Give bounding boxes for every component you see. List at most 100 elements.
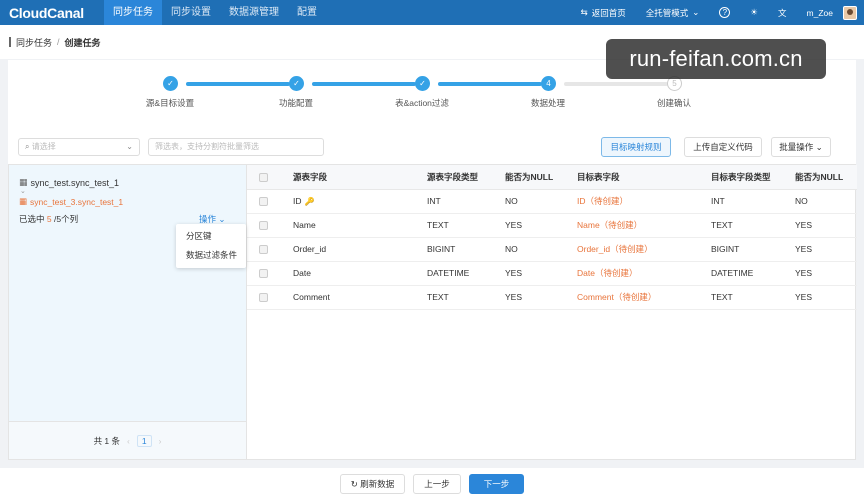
nav-item-datasource[interactable]: 数据源管理	[220, 0, 288, 25]
breadcrumb-create-task: 创建任务	[64, 37, 101, 48]
target-type: DATETIME	[711, 261, 795, 286]
upload-code-button[interactable]: 上传自定义代码	[684, 137, 762, 157]
refresh-data-button[interactable]: ↻ 刷新数据	[339, 474, 406, 494]
row-checkbox-cell	[247, 213, 293, 238]
refresh-icon: ↻	[350, 479, 358, 489]
menu-item-partition-key[interactable]: 分区键	[176, 227, 246, 246]
username: m_Zoe	[806, 7, 833, 18]
chevron-down-icon: ⌄	[815, 142, 823, 152]
step-line-3	[438, 82, 542, 86]
database-select[interactable]: ⌕ 请选择 ⌄	[18, 138, 140, 156]
key-icon: 🔑	[304, 197, 315, 206]
language-button[interactable]: 文	[778, 7, 787, 19]
breadcrumb-sync-tasks[interactable]: 同步任务	[16, 36, 52, 49]
chevron-down-icon: ⌄	[218, 214, 226, 224]
source-field-cell: ID 🔑	[293, 189, 427, 214]
source-field: Date	[293, 261, 427, 286]
target-field[interactable]: Comment（待创建）	[577, 285, 711, 310]
target-null: YES	[795, 261, 857, 286]
breadcrumb-separator: /	[57, 37, 60, 47]
batch-operation-button[interactable]: 批量操作 ⌄	[771, 137, 831, 157]
batch-operation-label: 批量操作	[779, 142, 814, 152]
table-filter-input[interactable]: 筛选表，支持分割符批量筛选	[148, 138, 324, 156]
mode-label: 全托管模式	[645, 7, 689, 18]
table-row: Date DATETIME YES Date（待创建） DATETIME YES	[247, 261, 857, 286]
chevron-down-icon: ⌄	[692, 7, 700, 17]
row-checkbox[interactable]	[259, 293, 268, 303]
next-step-button[interactable]: 下一步	[468, 474, 525, 494]
top-nav: CloudCanal 同步任务 同步设置 数据源管理 配置 ⇆ 返回首页 全托管…	[0, 0, 864, 25]
step-line-2	[312, 82, 416, 86]
row-checkbox-cell	[247, 237, 293, 262]
help-icon: ?	[719, 7, 731, 18]
step-4-label: 数据处理	[530, 98, 565, 108]
sun-icon: ☀	[750, 7, 759, 17]
source-table-name: sync_test.sync_test_1	[30, 177, 120, 188]
mode-dropdown[interactable]: 全托管模式 ⌄	[646, 7, 700, 19]
source-field: ID	[293, 196, 302, 206]
step-2-dot: ✓	[289, 76, 304, 91]
table-row: Comment TEXT YES Comment（待创建） TEXT YES	[247, 285, 857, 310]
user-menu[interactable]: m_Zoe	[807, 8, 833, 18]
prev-step-button[interactable]: 上一步	[413, 474, 461, 494]
table-header-row: 源表字段 源表字段类型 能否为NULL 目标表字段 目标表字段类型 能否为NUL…	[247, 165, 857, 190]
list-item[interactable]: ▦ sync_test.sync_test_1 ⌄ ▦ sync_test_3.…	[9, 165, 246, 421]
target-null: YES	[795, 285, 857, 310]
nav-item-sync-settings[interactable]: 同步设置	[162, 0, 220, 25]
help-button[interactable]: ?	[719, 7, 731, 18]
app-logo[interactable]: CloudCanal	[0, 5, 104, 21]
step-5-label: 创建确认	[656, 98, 691, 108]
table-list: ▦ sync_test.sync_test_1 ⌄ ▦ sync_test_3.…	[8, 164, 246, 460]
step-line-4	[564, 82, 668, 86]
source-null: NO	[505, 237, 577, 262]
target-field[interactable]: Date（待创建）	[577, 261, 711, 286]
target-field[interactable]: Name（待创建）	[577, 213, 711, 238]
menu-item-data-filter[interactable]: 数据过滤条件	[176, 246, 246, 265]
theme-button[interactable]: ☀	[750, 7, 758, 18]
next-page-icon[interactable]: ›	[159, 436, 162, 446]
back-home-label: 返回首页	[591, 7, 626, 18]
row-checkbox[interactable]	[259, 245, 268, 255]
table-icon: ▦	[19, 196, 28, 206]
select-all-checkbox[interactable]	[259, 172, 268, 182]
target-null: YES	[795, 237, 857, 262]
row-checkbox-cell	[247, 189, 293, 214]
step-3-dot: ✓	[415, 76, 430, 91]
col-source-type: 源表字段类型	[427, 165, 505, 190]
target-mapping-button[interactable]: 目标映射规则	[601, 137, 671, 157]
select-placeholder: 请选择	[31, 142, 56, 151]
col-target-field: 目标表字段	[577, 165, 711, 190]
source-table: ▦ sync_test.sync_test_1	[19, 177, 119, 188]
translate-icon: 文	[778, 7, 787, 18]
back-home-link[interactable]: ⇆ 返回首页	[581, 7, 626, 19]
source-field: Name	[293, 213, 427, 238]
table-row: ID 🔑 INT NO ID（待创建） INT NO	[247, 189, 857, 214]
nav-item-sync-tasks[interactable]: 同步任务	[104, 0, 162, 25]
target-type: INT	[711, 189, 795, 214]
selected-count: 5	[46, 214, 52, 224]
row-checkbox-cell	[247, 285, 293, 310]
target-type: TEXT	[711, 285, 795, 310]
avatar[interactable]	[843, 5, 857, 20]
toolbar: ⌕ 请选择 ⌄ 筛选表，支持分割符批量筛选 目标映射规则 上传自定义代码 批量操…	[8, 134, 856, 164]
nav-item-config[interactable]: 配置	[288, 0, 326, 25]
prev-page-icon[interactable]: ‹	[127, 436, 130, 446]
operation-menu: 分区键 数据过滤条件	[176, 224, 246, 268]
target-table-name: sync_test_3.sync_test_1	[30, 196, 124, 207]
target-field[interactable]: ID（待创建）	[577, 189, 711, 214]
source-field: Comment	[293, 285, 427, 310]
target-table: ▦ sync_test_3.sync_test_1	[19, 196, 123, 207]
source-field: Order_id	[293, 237, 427, 262]
table-row: Name TEXT YES Name（待创建） TEXT YES	[247, 213, 857, 238]
breadcrumb-marker	[9, 37, 11, 47]
step-line-1	[186, 82, 290, 86]
search-icon: ⌕	[25, 142, 30, 151]
row-checkbox[interactable]	[259, 197, 268, 207]
page-number[interactable]: 1	[136, 434, 152, 447]
row-checkbox[interactable]	[259, 269, 268, 279]
main-panel: ✓ ✓ ✓ 4 5 源&目标设置 功能配置 表&action过滤 数据处理 创建…	[8, 60, 857, 460]
target-null: YES	[795, 213, 857, 238]
row-checkbox[interactable]	[259, 221, 268, 231]
arrow-down-icon: ⌄	[20, 188, 26, 195]
target-field[interactable]: Order_id（待创建）	[577, 237, 711, 262]
